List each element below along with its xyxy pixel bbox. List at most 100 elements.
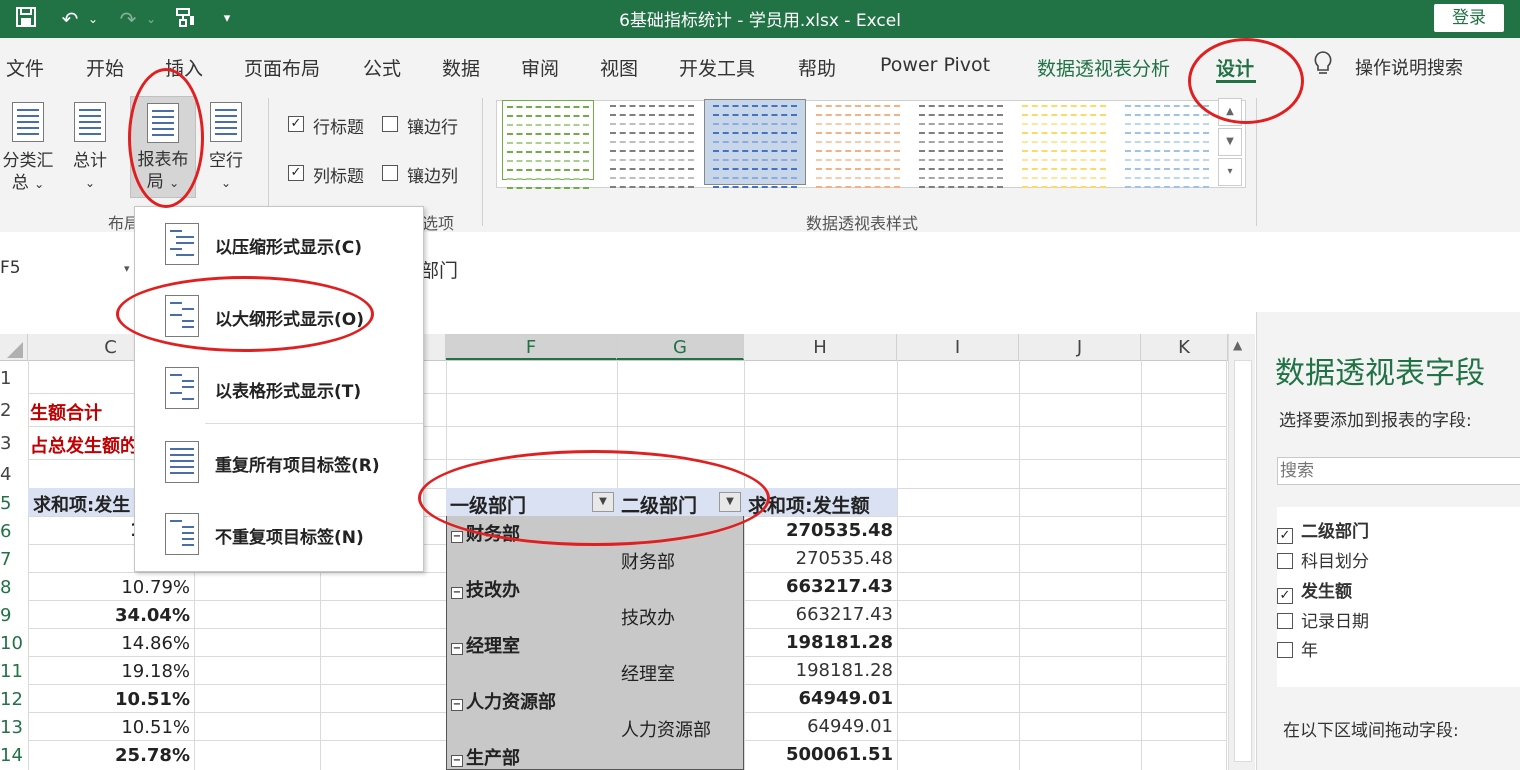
row-header[interactable]: 5 <box>0 493 28 514</box>
collapse-icon[interactable]: − <box>451 755 463 767</box>
pivot-group-total[interactable]: 500061.51 <box>748 744 893 765</box>
pivot-level2-label[interactable]: 技改办 <box>621 604 675 630</box>
cell-c14[interactable]: 25.78% <box>94 745 190 766</box>
pivot-style-blue[interactable] <box>709 100 801 188</box>
name-box-dropdown-icon[interactable]: ▾ <box>124 262 130 275</box>
field-checkbox[interactable]: ✓ <box>1277 528 1293 544</box>
collapse-icon[interactable]: − <box>451 699 463 711</box>
tab-file[interactable]: 文件 <box>6 54 44 81</box>
pivot-level2-label[interactable]: 人力资源部 <box>621 716 711 742</box>
name-box[interactable]: F5 <box>0 258 21 278</box>
pivot-style-gray[interactable] <box>606 100 698 188</box>
cell-c11[interactable]: 19.18% <box>94 661 190 682</box>
cell-c8[interactable]: 10.79% <box>94 577 190 598</box>
row-header[interactable]: 6 <box>0 521 28 542</box>
field-checkbox[interactable] <box>1277 613 1293 629</box>
row-header[interactable]: 9 <box>0 605 28 626</box>
pivot-style-orange[interactable] <box>812 100 904 188</box>
menu-item-no-repeat-labels[interactable]: 不重复项目标签(N) <box>135 499 423 567</box>
cell-c9[interactable]: 34.04% <box>94 605 190 626</box>
tab-home[interactable]: 开始 <box>86 54 124 81</box>
field-checkbox[interactable] <box>1277 553 1293 569</box>
cell-c10[interactable]: 14.86% <box>94 633 190 654</box>
field-item[interactable]: 科目划分 <box>1277 547 1369 572</box>
field-item[interactable]: 记录日期 <box>1277 607 1369 632</box>
blank-rows-button[interactable]: 空行 ⌄ <box>202 150 250 194</box>
tab-formulas[interactable]: 公式 <box>363 54 401 81</box>
column-header-h[interactable]: H <box>744 334 897 360</box>
grand-totals-button[interactable]: 总计 ⌄ <box>66 150 114 194</box>
cell-c12[interactable]: 10.51% <box>94 689 190 710</box>
vertical-scrollbar[interactable]: ▲ <box>1228 334 1255 770</box>
menu-item-repeat-labels[interactable]: 重复所有项目标签(R) <box>135 427 423 495</box>
collapse-icon[interactable]: − <box>451 587 463 599</box>
row-header[interactable]: 12 <box>0 689 28 710</box>
pivot-group-row[interactable]: − 技改办 <box>451 576 520 602</box>
field-item[interactable]: ✓ 二级部门 <box>1277 517 1369 544</box>
pivot-style-green[interactable] <box>502 100 594 189</box>
pivot-group-row[interactable]: − 经理室 <box>451 632 520 658</box>
pivot-value[interactable]: 64949.01 <box>748 716 893 737</box>
cell-c2[interactable]: 生额合计 <box>30 399 102 425</box>
row-header[interactable]: 4 <box>0 464 28 485</box>
scroll-up-icon[interactable]: ▲ <box>1233 338 1242 352</box>
pivot-group-total[interactable]: 663217.43 <box>748 576 893 597</box>
column-header-i[interactable]: I <box>897 334 1019 360</box>
column-header-k[interactable]: K <box>1141 334 1228 360</box>
pivot-level2-label[interactable]: 财务部 <box>621 548 675 574</box>
banded-rows-checkbox[interactable] <box>382 116 398 132</box>
formula-value[interactable]: 部门 <box>420 256 458 283</box>
collapse-icon[interactable]: − <box>451 531 463 543</box>
column-header-g[interactable]: G <box>617 334 744 360</box>
row-header[interactable]: 10 <box>0 633 28 654</box>
column-header-j[interactable]: J <box>1019 334 1141 360</box>
tab-power-pivot[interactable]: Power Pivot <box>880 54 990 76</box>
column-headers-checkbox[interactable]: ✓ <box>288 165 304 181</box>
field-item[interactable]: 年 <box>1277 636 1318 661</box>
pivot-group-total[interactable]: 270535.48 <box>748 520 893 541</box>
row-header[interactable]: 14 <box>0 745 28 766</box>
tab-review[interactable]: 审阅 <box>521 54 559 81</box>
row-header[interactable]: 1 <box>0 368 28 389</box>
pivot-group-total[interactable]: 64949.01 <box>748 688 893 709</box>
collapse-icon[interactable]: − <box>451 643 463 655</box>
row-header[interactable]: 2 <box>0 400 28 421</box>
tab-pivot-analyze[interactable]: 数据透视表分析 <box>1037 54 1170 81</box>
pivot-group-row[interactable]: − 生产部 <box>451 744 520 770</box>
menu-item-compact-form[interactable]: 以压缩形式显示(C) <box>135 209 423 277</box>
banded-columns-checkbox[interactable] <box>382 165 398 181</box>
pivot-level2-label[interactable]: 经理室 <box>621 660 675 686</box>
row-header[interactable]: 13 <box>0 717 28 738</box>
tab-data[interactable]: 数据 <box>442 54 480 81</box>
row-header[interactable]: 8 <box>0 577 28 598</box>
pivot-style-dark-gray[interactable] <box>915 100 1007 188</box>
pivot-value[interactable]: 663217.43 <box>748 604 893 625</box>
gallery-scroll-down-icon[interactable]: ▼ <box>1218 128 1242 156</box>
pivot-value[interactable]: 198181.28 <box>748 660 893 681</box>
tab-page-layout[interactable]: 页面布局 <box>244 54 320 81</box>
tell-me-search[interactable]: 操作说明搜索 <box>1355 54 1463 80</box>
field-search-input[interactable] <box>1277 457 1520 485</box>
scrollbar-thumb[interactable] <box>1234 360 1252 762</box>
cell-c3[interactable]: 占总发生额的 <box>30 432 138 458</box>
login-button[interactable]: 登录 <box>1434 4 1504 32</box>
pivot-group-row[interactable]: − 人力资源部 <box>451 688 556 714</box>
cell-c13[interactable]: 10.51% <box>94 717 190 738</box>
row-header[interactable]: 3 <box>0 433 28 454</box>
field-checkbox[interactable] <box>1277 642 1293 658</box>
cell-c5[interactable]: 求和项:发生 <box>33 491 130 517</box>
pivot-style-light-blue[interactable] <box>1121 100 1213 188</box>
row-header[interactable]: 11 <box>0 661 28 682</box>
field-checkbox[interactable]: ✓ <box>1277 588 1293 604</box>
row-header[interactable]: 7 <box>0 549 28 570</box>
menu-item-tabular-form[interactable]: 以表格形式显示(T) <box>135 353 423 421</box>
tab-view[interactable]: 视图 <box>600 54 638 81</box>
row-headers-checkbox[interactable]: ✓ <box>288 116 304 132</box>
pivot-value[interactable]: 270535.48 <box>748 548 893 569</box>
field-item[interactable]: ✓ 发生额 <box>1277 577 1352 604</box>
tab-developer[interactable]: 开发工具 <box>679 54 755 81</box>
column-header-f[interactable]: F <box>446 334 617 360</box>
gallery-more-icon[interactable]: ▾ <box>1218 158 1242 186</box>
pivot-group-total[interactable]: 198181.28 <box>748 632 893 653</box>
select-all-corner[interactable] <box>0 334 28 360</box>
